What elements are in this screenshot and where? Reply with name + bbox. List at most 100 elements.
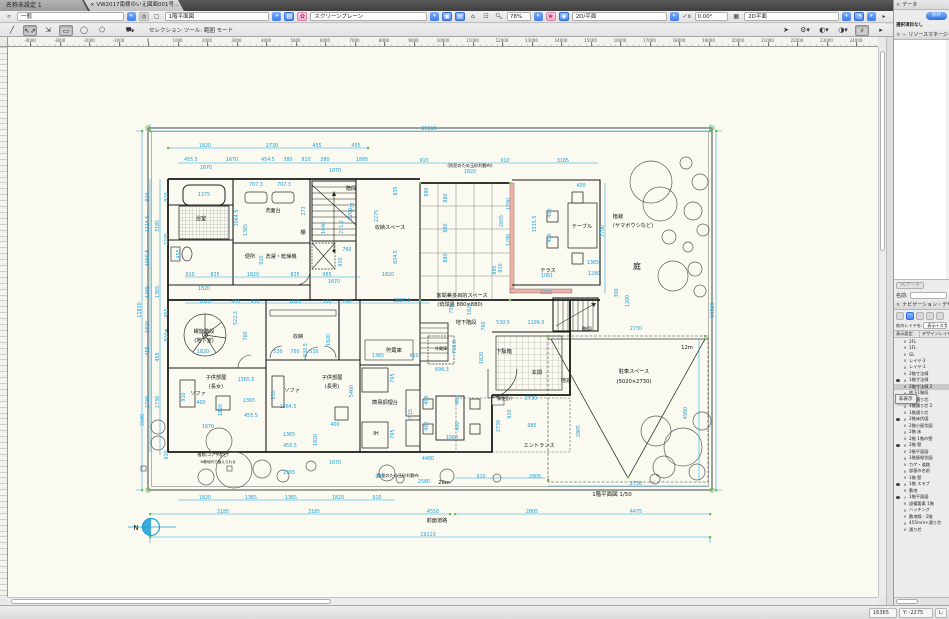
visibility-mark[interactable]: × [901, 423, 909, 428]
visibility-mark[interactable]: × [901, 449, 909, 454]
layer-row[interactable]: ×1階通り芯 [894, 410, 949, 417]
nav-viewports-icon[interactable] [926, 312, 934, 320]
line-tool-icon[interactable]: ╱ [5, 25, 19, 36]
layer-row[interactable]: ×2階 1階の壁 [894, 436, 949, 443]
move-tool-icon[interactable]: ⇲ [41, 25, 55, 36]
tab-active-document[interactable]: × VW2017南様のいえ図面001号… [84, 0, 184, 11]
object-info-header[interactable]: × データ [894, 0, 949, 10]
layer-options-icon[interactable]: ▤ [284, 12, 294, 21]
render-icon[interactable]: ◉ [559, 12, 569, 21]
layer-row[interactable]: ×2階 壁 [894, 442, 949, 449]
plane-dropdown-arrow[interactable]: ▾ [430, 12, 439, 21]
layer-row[interactable]: ✓1階平面図 [894, 494, 949, 501]
class-options-icon[interactable]: ◍ [139, 12, 149, 21]
layer-row[interactable]: ×455mm+通り芯 [894, 520, 949, 527]
visibility-column-header[interactable]: 表示設定 [894, 331, 920, 337]
eye-icon[interactable] [894, 379, 901, 382]
resource-manager-header[interactable]: × − リソースマネージャ [894, 30, 949, 40]
lasso-mode-icon[interactable]: ◯ [77, 25, 91, 36]
layer-row[interactable]: ×2階 床 [894, 429, 949, 436]
layer-row[interactable]: ×2階寸法線 2 [894, 384, 949, 391]
class-visibility-icon[interactable]: ✿ [297, 12, 307, 21]
tab-untitled[interactable]: 名称未設定 1 [0, 0, 88, 11]
visibility-mark[interactable]: × [901, 417, 909, 422]
visibility-mark[interactable]: × [901, 436, 909, 441]
layer-row[interactable]: ×設備要素 1階 [894, 501, 949, 508]
layer-row[interactable]: ×敷地 [894, 488, 949, 495]
visibility-mark[interactable]: × [901, 430, 909, 435]
eye-icon[interactable] [894, 496, 901, 499]
flyover-icon[interactable]: ❀ [546, 12, 556, 21]
eye-icon[interactable] [894, 483, 901, 486]
layer-row[interactable]: ×1階 スラブ [894, 481, 949, 488]
visibility-mark[interactable]: × [901, 410, 909, 415]
rotate-view-icon[interactable]: ✓x [682, 12, 692, 21]
horizontal-scrollbar-thumb[interactable] [11, 599, 331, 604]
visibility-mark[interactable]: × [901, 339, 909, 344]
reference-dropdown[interactable]: 2D平面 [744, 12, 839, 21]
plane-dropdown[interactable]: スクリーンプレーン [310, 12, 427, 21]
marquee-mode-icon[interactable]: ▭ [59, 25, 73, 36]
floor-plan-drawing[interactable]: 浴室洗面台便所洗濯・乾燥機棚階段収納スペース客間兼多目的スペース(琉球畳 880… [8, 47, 878, 597]
layer-row[interactable]: ×2階小屋伏図 [894, 423, 949, 430]
snap-grid-dropdown-icon[interactable]: ⚙▾ [798, 25, 812, 36]
layer-row[interactable]: ×1FL [894, 345, 949, 352]
horizontal-scrollbar[interactable] [8, 597, 878, 605]
layer-row[interactable]: ×2階寸法線 [894, 371, 949, 378]
visibility-mark[interactable]: × [901, 404, 909, 409]
more-dropdown-arrow[interactable]: ▾ [867, 12, 876, 21]
layer-row[interactable]: ×レイヤ-2 [894, 358, 949, 365]
home-icon[interactable]: ⌂ [468, 12, 478, 21]
panel-scrollbar[interactable] [894, 597, 949, 605]
collapse-icon[interactable]: − [902, 32, 906, 38]
globe-icon[interactable]: ◔ [854, 12, 864, 21]
selection-tool-icon[interactable]: ⇖⇗ [23, 25, 37, 36]
design-layer-list[interactable]: 非表示 ×2FL×1FL×GL×レイヤ-2×レイヤ-1×2階寸法線×1階寸法線×… [894, 338, 949, 597]
resource-browser[interactable] [894, 40, 949, 280]
zoom-dropdown-arrow[interactable]: ▾ [534, 12, 543, 21]
snap-angle-dropdown-icon[interactable]: ◑▾ [836, 25, 850, 36]
visibility-mark[interactable]: × [901, 521, 909, 526]
cursor-icon[interactable]: ➤ [779, 25, 793, 36]
visibility-mark[interactable]: × [901, 384, 909, 389]
visibility-mark[interactable]: × [901, 482, 909, 487]
visibility-mark[interactable]: × [901, 488, 909, 493]
snap-object-dropdown-icon[interactable]: ◐▾ [817, 25, 831, 36]
panel-scrollbar-thumb[interactable] [896, 599, 918, 604]
toolbar-overflow-icon[interactable]: ▸ [879, 12, 889, 21]
grid-icon[interactable]: ▦ [731, 12, 741, 21]
zoom-level-field[interactable]: 78% [507, 12, 531, 21]
nav-classes-icon[interactable] [896, 312, 904, 320]
rotation-field[interactable]: 0.00° [695, 12, 729, 21]
doc-icon[interactable]: ▣ [442, 12, 452, 21]
nav-layers-icon[interactable] [906, 312, 914, 320]
vertical-scrollbar-thumb[interactable] [880, 51, 885, 251]
layer-row[interactable]: ×1階屋根伏図 [894, 455, 949, 462]
visibility-mark[interactable]: × [901, 358, 909, 363]
visibility-mark[interactable]: × [901, 475, 909, 480]
smart-cursor-icon[interactable]: ⚡ [855, 25, 869, 36]
vertical-scrollbar[interactable] [878, 47, 886, 597]
layer-row[interactable]: ×2階床伏図 [894, 416, 949, 423]
layer-row[interactable]: ×1階寸法線 [894, 377, 949, 384]
layer-column-header[interactable]: デザインレイヤ [920, 331, 949, 337]
preferences-icon[interactable]: ⛟ [123, 25, 137, 36]
doc2-icon[interactable]: ▤ [455, 12, 465, 21]
layer-row[interactable]: ×レイヤ-1 [894, 364, 949, 371]
view-dropdown-arrow[interactable]: ▾ [670, 12, 679, 21]
layer-dropdown-arrow[interactable]: ▾ [272, 12, 281, 21]
other-layers-dropdown[interactable]: 表示+スナップ [923, 322, 947, 329]
tools-overflow-icon[interactable]: ▸ [874, 25, 888, 36]
close-icon[interactable]: × [896, 2, 900, 8]
horizontal-ruler[interactable]: -4000-3000-2000-100001000200030004000500… [8, 37, 878, 47]
vc-data-button[interactable]: VCデータ [896, 282, 924, 289]
layer-row[interactable]: ×通り芯 [894, 527, 949, 534]
close-icon[interactable]: × [896, 302, 900, 308]
visibility-mark[interactable]: ✓ [901, 495, 909, 500]
visibility-mark[interactable]: × [901, 462, 909, 467]
visibility-mark[interactable]: × [901, 456, 909, 461]
visibility-mark[interactable]: × [901, 527, 909, 532]
eye-icon[interactable] [894, 418, 901, 421]
visibility-mark[interactable]: × [901, 443, 909, 448]
layer-dropdown[interactable]: 1階平面図 [165, 12, 270, 21]
